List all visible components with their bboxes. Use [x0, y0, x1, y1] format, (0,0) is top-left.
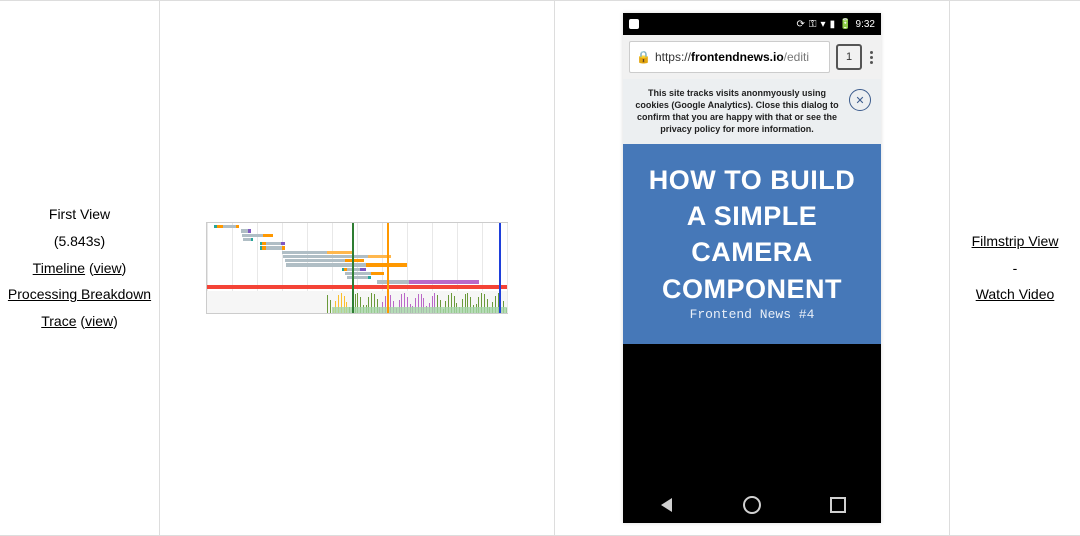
kebab-menu-icon	[868, 51, 875, 64]
processing-breakdown-link[interactable]: Processing Breakdown	[8, 286, 151, 302]
actions-cell: Filmstrip View - Watch Video	[950, 1, 1080, 535]
screenshot-cell: ⟳ ⚿ ▾ ▮ 🔋 9:32 🔒 https://frontendnews.io…	[555, 1, 950, 535]
clock: 9:32	[856, 19, 875, 30]
recents-icon	[824, 491, 852, 519]
waterfall-cell	[160, 1, 555, 535]
issue-label: Frontend News #4	[637, 307, 867, 326]
android-status-bar: ⟳ ⚿ ▾ ▮ 🔋 9:32	[623, 13, 881, 35]
wifi-icon: ▾	[821, 19, 826, 30]
separator: -	[1013, 259, 1018, 278]
trace-view-link[interactable]: view	[85, 313, 113, 329]
home-icon	[738, 491, 766, 519]
filmstrip-link[interactable]: Filmstrip View	[972, 233, 1059, 249]
lock-icon: 🔒	[636, 50, 651, 64]
android-nav-bar	[623, 487, 881, 523]
trace-link[interactable]: Trace	[41, 313, 76, 329]
result-row: First View (5.843s) Timeline (view) Proc…	[0, 0, 1080, 536]
cookie-banner: This site tracks visits anonmyously usin…	[623, 79, 881, 144]
timeline-view-link[interactable]: view	[94, 260, 122, 276]
article-hero: HOW TO BUILD A SIMPLE CAMERA COMPONENT F…	[623, 144, 881, 345]
battery-icon: 🔋	[839, 19, 851, 30]
view-time: (5.843s)	[54, 232, 105, 251]
back-icon	[652, 491, 680, 519]
waterfall-thumbnail[interactable]	[206, 222, 508, 314]
trace-line: Trace (view)	[41, 312, 118, 331]
chrome-toolbar: 🔒 https://frontendnews.io/editi 1	[623, 35, 881, 79]
timeline-link[interactable]: Timeline	[33, 260, 85, 276]
tab-count: 1	[836, 44, 862, 70]
summary-cell: First View (5.843s) Timeline (view) Proc…	[0, 1, 160, 535]
screenshot-thumbnail[interactable]: ⟳ ⚿ ▾ ▮ 🔋 9:32 🔒 https://frontendnews.io…	[623, 13, 881, 523]
key-icon: ⚿	[809, 19, 817, 30]
url-bar: 🔒 https://frontendnews.io/editi	[629, 41, 830, 73]
url-path: /editi	[784, 50, 809, 64]
url-scheme: https://	[655, 50, 691, 64]
cookie-text: This site tracks visits anonmyously usin…	[633, 87, 841, 136]
nfc-icon: ⟳	[797, 19, 805, 30]
watch-video-link[interactable]: Watch Video	[976, 286, 1055, 302]
favicon-icon	[629, 19, 639, 29]
article-headline: HOW TO BUILD A SIMPLE CAMERA COMPONENT	[637, 162, 867, 308]
timeline-line: Timeline (view)	[33, 259, 127, 278]
url-host: frontendnews.io	[691, 50, 784, 64]
close-icon: ✕	[849, 89, 871, 111]
signal-icon: ▮	[830, 19, 836, 30]
view-title: First View	[49, 205, 110, 224]
